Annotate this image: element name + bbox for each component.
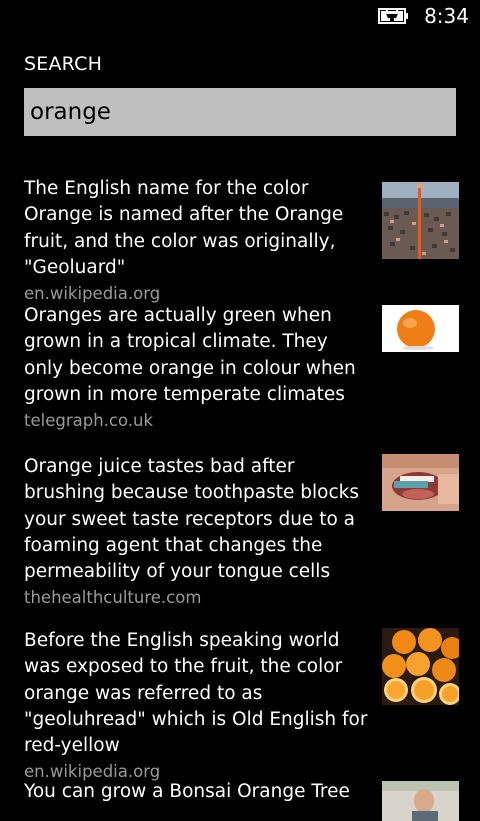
search-input[interactable] [24, 88, 456, 136]
result-source: telegraph.co.uk [24, 411, 154, 431]
brushing-teeth-image[interactable] [382, 454, 459, 511]
status-bar: 8:34 [0, 0, 480, 32]
result-description: Oranges are actually green when grown in… [24, 305, 356, 405]
orange-slices-image[interactable] [382, 628, 459, 705]
page-title: SEARCH [24, 53, 103, 75]
result-source: thehealthculture.com [24, 588, 202, 608]
result-description: The English name for the color Orange is… [24, 178, 344, 278]
result-text-block: Orange juice tastes bad after brushing b… [24, 454, 370, 611]
stadium-crowd-image[interactable] [382, 182, 459, 259]
result-text-block: Oranges are actually green when grown in… [24, 303, 370, 434]
result-description: Before the English speaking world was ex… [24, 630, 368, 757]
result-description: Orange juice tastes bad after brushing b… [24, 456, 360, 583]
person-photo-image[interactable] [382, 781, 459, 821]
result-text-block: Before the English speaking world was ex… [24, 628, 370, 785]
clock: 8:34 [424, 4, 469, 28]
result-description: You can grow a Bonsai Orange Tree [24, 781, 350, 802]
result-text-block: The English name for the color Orange is… [24, 176, 370, 307]
battery-charging-icon [378, 8, 408, 24]
search-box[interactable] [24, 88, 456, 136]
orange-fruit-image[interactable] [382, 305, 459, 352]
result-text-block: You can grow a Bonsai Orange Tree [24, 779, 370, 805]
